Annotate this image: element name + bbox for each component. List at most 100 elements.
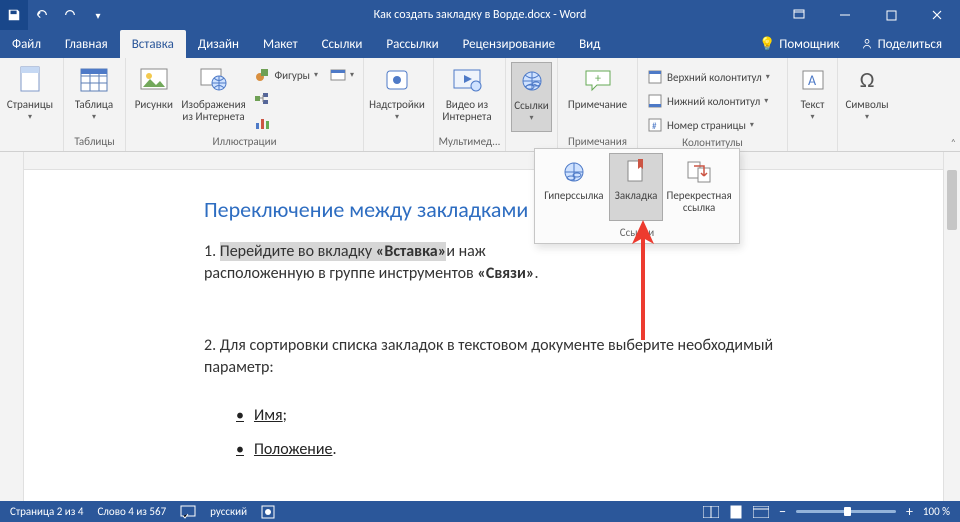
share-button[interactable]: Поделиться bbox=[852, 37, 950, 52]
bookmark-button[interactable]: Закладка bbox=[609, 153, 663, 221]
minimize-button[interactable] bbox=[822, 0, 868, 30]
zoom-slider[interactable] bbox=[796, 510, 896, 513]
tell-me-label: Помощник bbox=[779, 37, 839, 52]
group-label-illustrations: Иллюстрации bbox=[126, 135, 363, 151]
links-button[interactable]: Ссылки▾ bbox=[511, 62, 552, 132]
pictures-button[interactable]: Рисунки bbox=[131, 62, 177, 132]
crossref-button[interactable]: Перекрестная ссылка bbox=[663, 153, 735, 221]
shapes-button[interactable]: Фигуры ▾ bbox=[250, 64, 322, 86]
online-picture-icon bbox=[198, 64, 230, 96]
smartart-icon bbox=[254, 91, 270, 107]
online-pictures-button[interactable]: Изображения из Интернета bbox=[181, 62, 247, 132]
window-controls bbox=[776, 0, 960, 30]
save-button[interactable] bbox=[0, 0, 28, 30]
screenshot-icon bbox=[330, 67, 346, 83]
document-page[interactable]: Переключение между закладками 1. Перейди… bbox=[24, 170, 943, 501]
bookmark-label: Закладка bbox=[615, 190, 658, 202]
share-label: Поделиться bbox=[878, 37, 942, 52]
hyperlink-button[interactable]: Гиперссылка bbox=[539, 153, 609, 221]
ribbon-options-button[interactable] bbox=[776, 0, 822, 30]
tab-insert[interactable]: Вставка bbox=[120, 30, 186, 58]
table-button[interactable]: Таблица▾ bbox=[69, 62, 119, 132]
text-label: Текст bbox=[801, 99, 825, 111]
group-label-text bbox=[788, 135, 837, 151]
pages-button[interactable]: Страницы▾ bbox=[5, 62, 55, 132]
redo-button[interactable] bbox=[56, 0, 84, 30]
ribbon-group-tables: Таблица▾ Таблицы bbox=[64, 58, 126, 151]
ribbon: Страницы▾ Таблица▾ Таблицы Рисунки Изобр… bbox=[0, 58, 960, 152]
addins-button[interactable]: Надстройки▾ bbox=[369, 62, 425, 132]
tab-view[interactable]: Вид bbox=[567, 30, 612, 58]
header-button[interactable]: Верхний колонтитул ▾ bbox=[643, 66, 774, 88]
online-video-button[interactable]: Видео из Интернета bbox=[439, 62, 495, 132]
footer-icon bbox=[647, 93, 663, 109]
hyperlink-icon bbox=[560, 158, 588, 186]
horizontal-ruler[interactable] bbox=[24, 152, 943, 170]
group-label-pages bbox=[0, 135, 63, 151]
zoom-out-button[interactable]: − bbox=[779, 503, 786, 520]
hyperlink-label: Гиперссылка bbox=[544, 190, 603, 202]
status-page[interactable]: Страница 2 из 4 bbox=[10, 505, 83, 518]
svg-text:+: + bbox=[595, 72, 601, 86]
document-area: Переключение между закладками 1. Перейди… bbox=[0, 152, 960, 501]
quick-access-toolbar: ▾ bbox=[0, 0, 112, 30]
svg-text:#: # bbox=[652, 121, 657, 132]
vertical-ruler[interactable] bbox=[0, 152, 24, 501]
tab-layout[interactable]: Макет bbox=[251, 30, 310, 58]
online-video-label: Видео из Интернета bbox=[439, 99, 495, 123]
zoom-in-button[interactable]: + bbox=[906, 503, 913, 520]
maximize-button[interactable] bbox=[868, 0, 914, 30]
undo-button[interactable] bbox=[28, 0, 56, 30]
list-item: Имя; bbox=[236, 399, 943, 433]
tab-file[interactable]: Файл bbox=[0, 30, 53, 58]
group-label-tables: Таблицы bbox=[64, 135, 125, 151]
page-icon bbox=[14, 64, 46, 96]
ribbon-group-addins: Надстройки▾ bbox=[364, 58, 434, 151]
tab-references[interactable]: Ссылки bbox=[310, 30, 375, 58]
links-dropdown: Гиперссылка Закладка Перекрестная ссылка… bbox=[534, 148, 740, 244]
status-words[interactable]: Слово 4 из 567 bbox=[97, 505, 166, 518]
vertical-scrollbar[interactable] bbox=[943, 152, 960, 501]
text-button[interactable]: A Текст▾ bbox=[793, 62, 832, 132]
bookmark-icon bbox=[622, 158, 650, 186]
view-printlayout-button[interactable] bbox=[729, 505, 743, 519]
group-label-addins bbox=[364, 135, 433, 151]
pagenum-label: Номер страницы bbox=[667, 119, 746, 132]
tell-me-button[interactable]: 💡 Помощник bbox=[751, 37, 848, 52]
comment-button[interactable]: + Примечание bbox=[563, 62, 632, 132]
addins-icon bbox=[381, 64, 413, 96]
symbols-button[interactable]: Ω Символы▾ bbox=[843, 62, 891, 132]
ribbon-group-pages: Страницы▾ bbox=[0, 58, 64, 151]
zoom-level[interactable]: 100 % bbox=[923, 505, 950, 518]
status-bar: Страница 2 из 4 Слово 4 из 567 русский −… bbox=[0, 501, 960, 522]
view-readmode-button[interactable] bbox=[703, 506, 719, 518]
view-weblayout-button[interactable] bbox=[753, 506, 769, 518]
screenshot-button[interactable]: ▾ bbox=[326, 64, 358, 86]
page-number-button[interactable]: #Номер страницы ▾ bbox=[643, 114, 774, 136]
qat-customize-button[interactable]: ▾ bbox=[84, 0, 112, 30]
lightbulb-icon: 💡 bbox=[759, 37, 775, 52]
chart-icon bbox=[254, 115, 270, 131]
document-list: Имя; Положение. bbox=[204, 399, 943, 467]
tab-home[interactable]: Главная bbox=[53, 30, 120, 58]
tab-mailings[interactable]: Рассылки bbox=[374, 30, 450, 58]
group-label-media: Мультимед... bbox=[434, 135, 505, 151]
smartart-button[interactable] bbox=[250, 88, 322, 110]
crossref-icon bbox=[685, 158, 713, 186]
tab-design[interactable]: Дизайн bbox=[186, 30, 251, 58]
header-icon bbox=[647, 69, 663, 85]
link-icon bbox=[516, 65, 548, 97]
spellcheck-icon[interactable] bbox=[180, 505, 196, 519]
footer-button[interactable]: Нижний колонтитул ▾ bbox=[643, 90, 774, 112]
status-language[interactable]: русский bbox=[210, 505, 247, 518]
tab-review[interactable]: Рецензирование bbox=[451, 30, 567, 58]
table-icon bbox=[78, 64, 110, 96]
macro-record-icon[interactable] bbox=[261, 505, 275, 519]
picture-icon bbox=[138, 64, 170, 96]
close-button[interactable] bbox=[914, 0, 960, 30]
table-label: Таблица bbox=[75, 99, 113, 111]
comment-icon: + bbox=[582, 64, 614, 96]
shapes-icon bbox=[254, 67, 270, 83]
collapse-ribbon-button[interactable]: ˄ bbox=[951, 136, 956, 149]
chart-button[interactable] bbox=[250, 112, 322, 134]
